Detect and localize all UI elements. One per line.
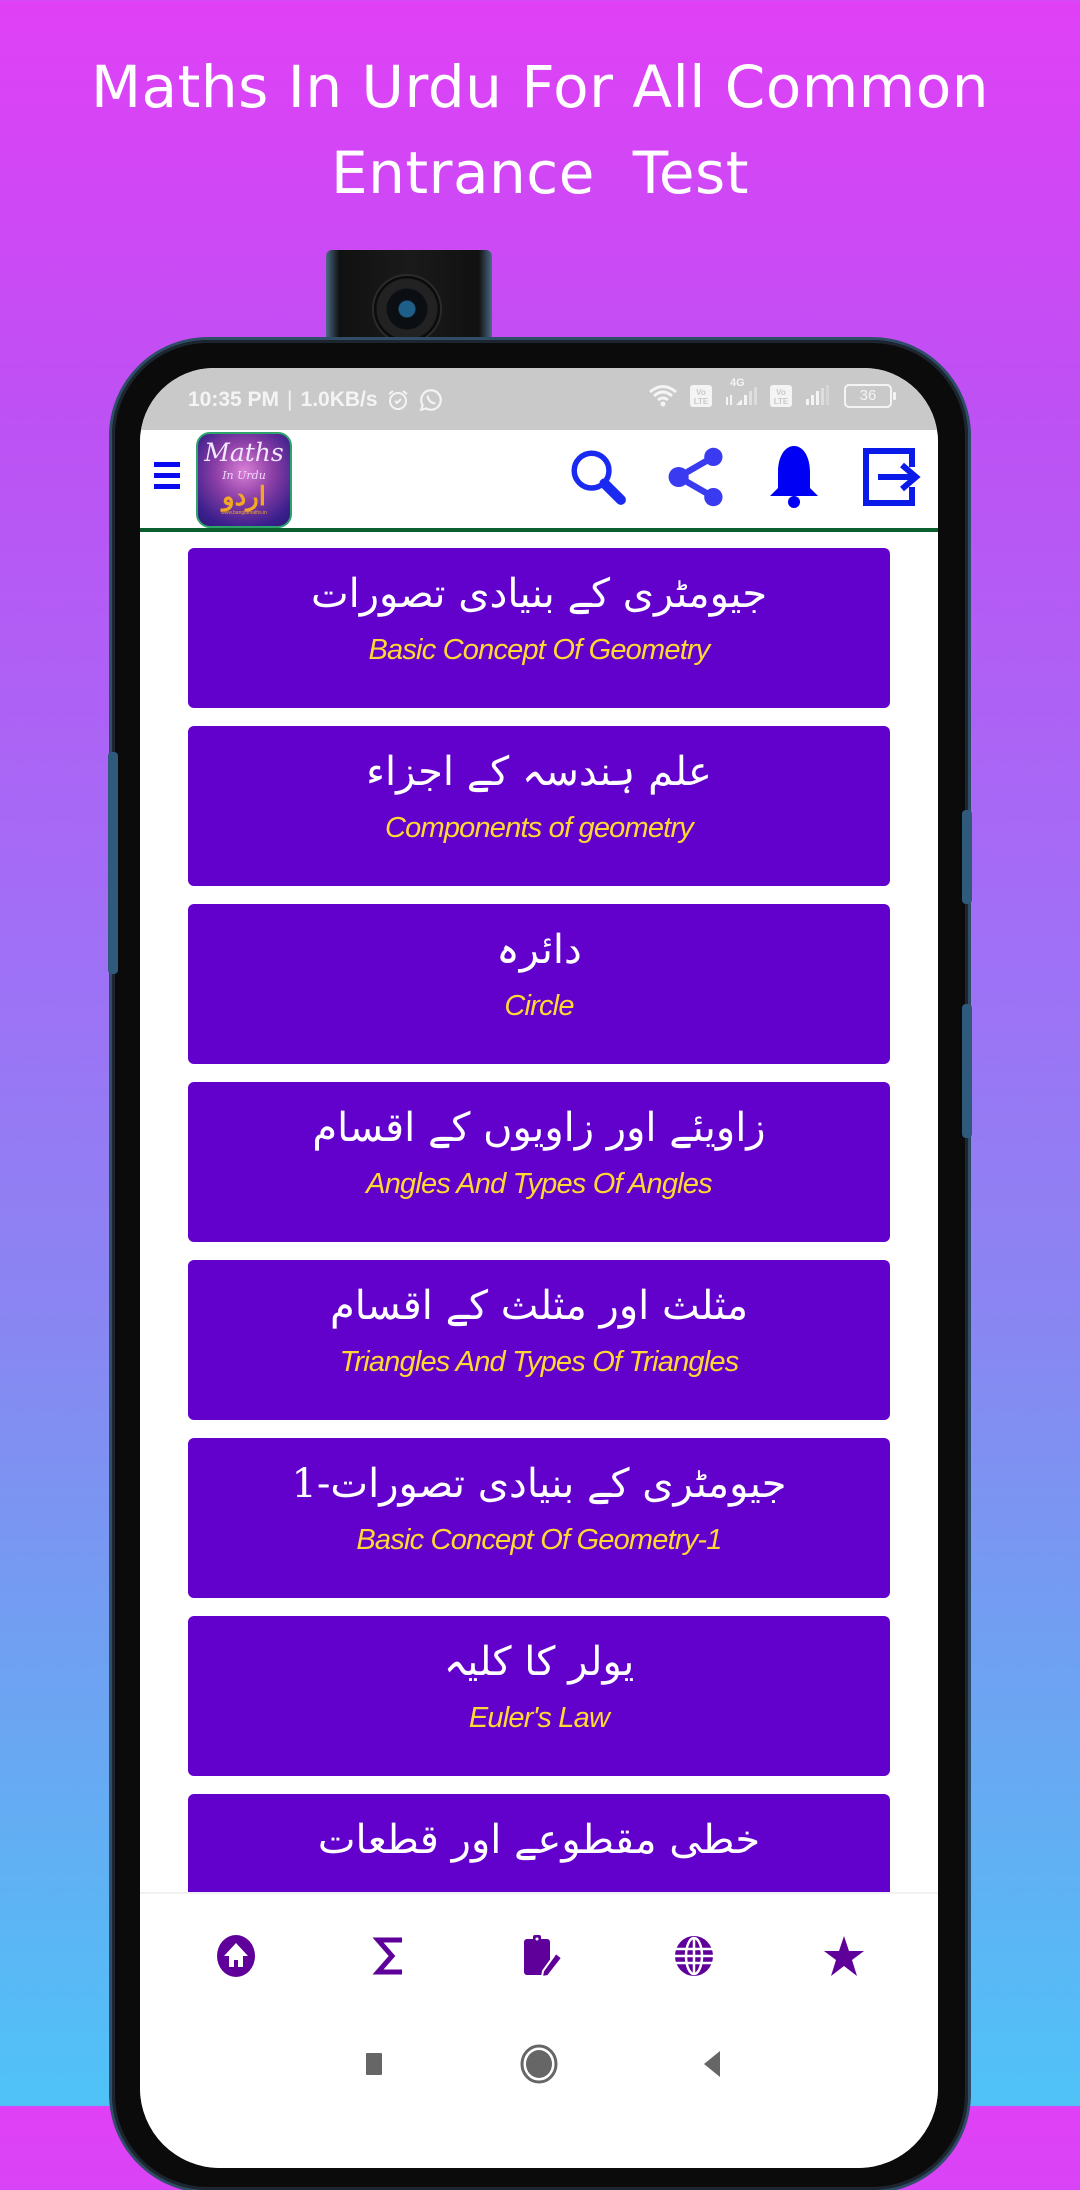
status-separator: | [287, 388, 293, 411]
signal-4g-icon: 4G [724, 377, 758, 407]
nav-favorites[interactable] [820, 1932, 868, 1980]
topic-card-triangles[interactable]: مثلث اور مثلث کے اقسام Triangles And Typ… [188, 1260, 890, 1420]
whatsapp-icon [418, 387, 444, 413]
star-icon [824, 1936, 864, 1976]
topic-card-circle[interactable]: دائرہ Circle [188, 904, 890, 1064]
exit-button[interactable] [860, 442, 924, 512]
system-navigation-bar [140, 2010, 938, 2168]
alarm-icon [386, 388, 410, 412]
topic-english-title: Angles And Types Of Angles [366, 1168, 712, 1200]
triangle-back-icon [704, 2051, 720, 2077]
share-button[interactable] [664, 442, 728, 512]
topic-card-angles[interactable]: زاویئے اور زاویوں کے اقسام Angles And Ty… [188, 1082, 890, 1242]
logo-text-urdu: اردو [222, 481, 266, 511]
promo-title-line-2: Entrance Test [331, 139, 749, 207]
topic-english-title: Triangles And Types Of Triangles [339, 1346, 740, 1378]
sigma-icon [372, 1937, 402, 1975]
topic-urdu-title: دائرہ [496, 927, 582, 973]
topic-english-title: Euler's Law [468, 1702, 610, 1734]
topic-urdu-title: زاویئے اور زاویوں کے اقسام [312, 1105, 766, 1151]
topic-urdu-title: یولر کا کلیہ [443, 1639, 635, 1685]
home-button[interactable] [515, 2040, 563, 2088]
recents-button[interactable] [350, 2040, 398, 2088]
topic-card-basic-concept-of-geometry-1[interactable]: جیومٹری کے بنیادی تصورات-1 Basic Concept… [188, 1438, 890, 1598]
phone-side-button-left [108, 752, 118, 974]
promo-title: Maths In Urdu For All Common Entrance Te… [0, 44, 1080, 216]
phone-volume-down-button [962, 1004, 972, 1138]
bottom-navigation [140, 1892, 938, 2012]
search-icon [571, 450, 626, 505]
share-icon [668, 447, 723, 507]
nav-notes[interactable] [518, 1932, 566, 1980]
bell-icon [770, 446, 818, 508]
globe-icon [675, 1936, 713, 1976]
topic-english-title: Circle [504, 990, 574, 1022]
circle-icon [520, 2044, 558, 2084]
nav-formulas[interactable] [366, 1932, 414, 1980]
notifications-button[interactable] [762, 442, 826, 512]
app-logo: Maths In Urdu اردو www.banglamaths.in [196, 432, 292, 528]
back-button[interactable] [688, 2040, 736, 2088]
square-icon [366, 2053, 382, 2075]
promo-title-line-1: Maths In Urdu For All Common [91, 53, 989, 121]
exit-icon [863, 448, 921, 506]
status-time: 10:35 PM [188, 388, 280, 411]
topic-urdu-title: جیومٹری کے بنیادی تصورات-1 [291, 1461, 787, 1507]
topic-english-title: Basic Concept Of Geometry-1 [356, 1524, 722, 1556]
signal-icon [804, 385, 832, 407]
topic-card-eulers-law[interactable]: یولر کا کلیہ Euler's Law [188, 1616, 890, 1776]
phone-screen: 10:35 PM | 1.0KB/s Vo LTE 4G Vo LTE 36 M… [140, 368, 938, 2168]
topic-urdu-title: مثلث اور مثلث کے اقسام [330, 1283, 748, 1329]
topic-english-title: Basic Concept Of Geometry [368, 634, 710, 666]
logo-text-maths: Maths [204, 438, 284, 467]
hamburger-menu-icon[interactable] [154, 462, 180, 496]
wifi-icon [648, 384, 678, 408]
topic-urdu-title: جیومٹری کے بنیادی تصورات [310, 571, 768, 617]
nav-web[interactable] [670, 1932, 718, 1980]
search-button[interactable] [566, 442, 630, 512]
status-bar: 10:35 PM | 1.0KB/s Vo LTE 4G Vo LTE 36 [140, 368, 938, 430]
phone-volume-up-button [962, 810, 972, 904]
topic-english-title: Components of geometry [384, 812, 694, 844]
topic-card-components-of-geometry[interactable]: علم ہندسہ کے اجزاء Components of geometr… [188, 726, 890, 886]
topic-urdu-title: خطی مقطوعے اور قطعات [317, 1817, 761, 1863]
battery-icon: 36 [844, 384, 896, 408]
status-net-speed: 1.0KB/s [300, 388, 378, 411]
nav-home[interactable] [212, 1932, 260, 1980]
popup-camera [326, 250, 492, 350]
volte-icon-2: Vo LTE [770, 385, 792, 407]
clipboard-edit-icon [524, 1935, 564, 1979]
camera-lens [372, 274, 442, 344]
topic-urdu-title: علم ہندسہ کے اجزاء [366, 749, 712, 795]
logo-text-url: www.banglamaths.in [221, 510, 267, 516]
volte-icon: Vo LTE [690, 385, 712, 407]
topic-card-basic-concept-of-geometry[interactable]: جیومٹری کے بنیادی تصورات Basic Concept O… [188, 548, 890, 708]
home-icon [217, 1935, 255, 1977]
topic-list[interactable]: جیومٹری کے بنیادی تصورات Basic Concept O… [140, 532, 938, 1892]
topic-card-line-segments[interactable]: خطی مقطوعے اور قطعات [188, 1794, 890, 1892]
app-bar: Maths In Urdu اردو www.banglamaths.in [140, 430, 938, 528]
